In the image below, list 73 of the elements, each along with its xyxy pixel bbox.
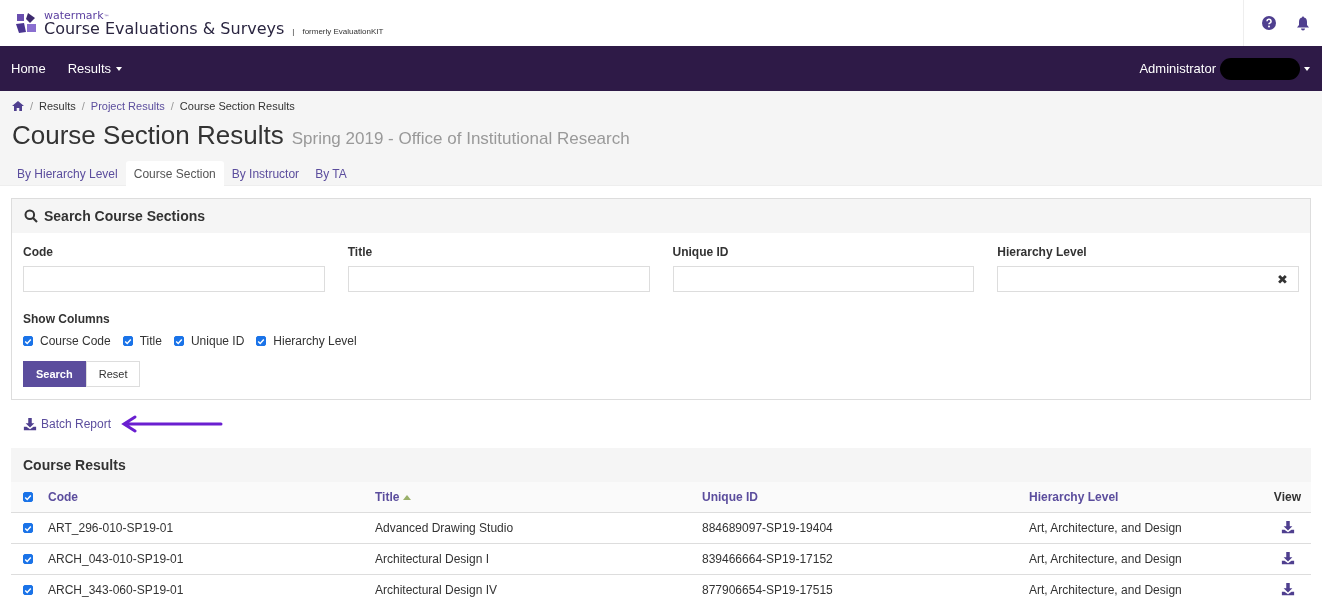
input-field[interactable]: ✖ bbox=[997, 266, 1299, 292]
table-cell-text: Architectural Design I bbox=[375, 552, 491, 566]
caret-icon[interactable] bbox=[1304, 66, 1310, 71]
table-cell-text: Art, Architecture, and Design bbox=[1029, 552, 1183, 566]
nav-link[interactable]: Home bbox=[11, 61, 46, 76]
page-title: Course Section Results bbox=[12, 120, 284, 151]
checkbox-label: Course Code bbox=[40, 334, 111, 348]
caret-icon bbox=[116, 66, 123, 71]
column-header[interactable]: Unique ID bbox=[702, 490, 758, 504]
table-cell-text: Architectural Design IV bbox=[375, 583, 499, 597]
search-button[interactable]: Search bbox=[23, 361, 86, 387]
table-cell-text: Art, Architecture, and Design bbox=[1029, 583, 1183, 597]
batch-report-link[interactable]: Batch Report bbox=[41, 417, 112, 431]
help-icon[interactable] bbox=[1262, 16, 1276, 30]
tab[interactable]: By Hierarchy Level bbox=[9, 161, 126, 188]
breadcrumb-item[interactable]: Project Results bbox=[90, 100, 165, 112]
row-checkbox[interactable] bbox=[23, 554, 33, 564]
table-cell-text: 877906654-SP19-17515 bbox=[702, 583, 834, 597]
checkbox[interactable] bbox=[256, 336, 267, 346]
breadcrumb-item: Results bbox=[39, 100, 76, 112]
breadcrumb-separator: / bbox=[170, 100, 174, 112]
table-cell-text: ARCH_343-060-SP19-01 bbox=[48, 583, 185, 597]
input-field[interactable] bbox=[347, 266, 650, 292]
search-icon bbox=[24, 209, 38, 223]
checkbox[interactable] bbox=[122, 336, 133, 346]
field-label: Title bbox=[347, 245, 374, 259]
page-subtitle: Spring 2019 - Office of Institutional Research bbox=[291, 129, 630, 149]
panel-title: Course Results bbox=[11, 448, 1311, 482]
checkbox-label: Unique ID bbox=[190, 334, 245, 348]
home-icon[interactable] bbox=[12, 101, 24, 111]
table-cell-text: Advanced Drawing Studio bbox=[375, 521, 515, 535]
download-icon[interactable] bbox=[1281, 550, 1295, 565]
checkbox-label: Hierarchy Level bbox=[273, 334, 357, 348]
reset-button[interactable]: Reset bbox=[85, 361, 141, 387]
bell-icon[interactable] bbox=[1296, 15, 1310, 31]
download-icon[interactable] bbox=[23, 417, 37, 431]
column-header[interactable]: Hierarchy Level bbox=[1029, 490, 1119, 504]
breadcrumb-item: Course Section Results bbox=[179, 100, 295, 112]
field-label: Hierarchy Level bbox=[997, 245, 1088, 259]
column-header: View bbox=[1273, 490, 1301, 504]
tab[interactable]: Course Section bbox=[125, 161, 224, 188]
checkbox-label: Title bbox=[139, 334, 162, 348]
tab[interactable]: By TA bbox=[307, 161, 355, 188]
breadcrumb-separator: / bbox=[81, 100, 85, 112]
former-name: formerly EvaluationKIT bbox=[302, 27, 384, 36]
product-name: Course Evaluations & Surveys bbox=[44, 20, 285, 37]
column-header[interactable]: Code bbox=[48, 490, 78, 504]
logo-icon bbox=[14, 11, 38, 35]
field-label: Code bbox=[23, 245, 54, 259]
table-cell-text: ART_296-010-SP19-01 bbox=[48, 521, 175, 535]
table-cell-text: Art, Architecture, and Design bbox=[1029, 521, 1183, 535]
field-label: Unique ID bbox=[672, 245, 730, 259]
download-icon[interactable] bbox=[1281, 581, 1295, 596]
panel-title: Search Course Sections bbox=[44, 208, 206, 224]
section-label: Show Columns bbox=[23, 312, 111, 326]
table-cell-text: 884689097-SP19-19404 bbox=[702, 521, 834, 535]
input-field[interactable] bbox=[672, 266, 975, 292]
table-cell-text: 839466664-SP19-17152 bbox=[702, 552, 834, 566]
row-checkbox[interactable] bbox=[23, 523, 33, 533]
separator: | bbox=[292, 27, 295, 36]
checkbox[interactable] bbox=[173, 336, 184, 346]
nav-link[interactable]: Results bbox=[67, 61, 123, 76]
row-checkbox[interactable] bbox=[23, 585, 33, 595]
checkbox[interactable] bbox=[23, 336, 33, 346]
input-field[interactable] bbox=[23, 266, 325, 292]
breadcrumb-separator: / bbox=[30, 100, 34, 112]
user-role[interactable]: Administrator bbox=[1139, 61, 1216, 76]
tab[interactable]: By Instructor bbox=[223, 161, 308, 188]
clear-button[interactable]: ✖ bbox=[1277, 271, 1288, 287]
column-header[interactable]: Title bbox=[375, 490, 400, 504]
table-cell-text: ARCH_043-010-SP19-01 bbox=[48, 552, 185, 566]
select-all-checkbox[interactable] bbox=[23, 492, 33, 502]
download-icon[interactable] bbox=[1281, 519, 1295, 534]
